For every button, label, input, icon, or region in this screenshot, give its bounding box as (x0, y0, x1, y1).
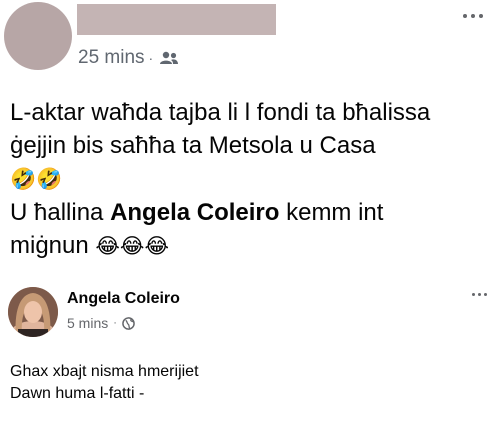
friends-icon[interactable] (159, 51, 179, 65)
meta-separator: · (113, 317, 117, 329)
post-text-fragment: U ħallina (10, 199, 111, 226)
laughing-emoji: 😂😂😂 (95, 234, 170, 258)
comment-author[interactable]: Angela Coleiro (67, 290, 180, 308)
post-line: U ħallina Angela Coleiro kemm int (10, 196, 490, 229)
comment-time[interactable]: 5 mins (67, 315, 108, 331)
author-name-redacted[interactable] (77, 4, 276, 35)
comment-line: Ghax xbajt nisma hmerijiet (10, 363, 199, 380)
more-horizontal-icon[interactable] (463, 14, 483, 18)
tagged-name-link[interactable]: Angela Coleiro (110, 199, 279, 226)
rofl-emoji: 🤣🤣 (10, 167, 63, 191)
comment-line: Dawn huma l-fatti - (10, 385, 145, 402)
comment-meta: 5 mins · (67, 315, 135, 331)
post-text-fragment: kemm int (279, 199, 384, 226)
comment-avatar[interactable] (8, 287, 58, 337)
post-line: L-aktar waħda tajba li l fondi ta bħalis… (10, 99, 431, 126)
post-body: L-aktar waħda tajba li l fondi ta bħalis… (10, 96, 490, 263)
author-avatar[interactable] (4, 2, 72, 70)
meta-separator: · (148, 50, 154, 66)
post-line: ġejjin bis saħħa ta Metsola u Casa (10, 132, 376, 159)
post-text-fragment: miġnun (10, 232, 96, 259)
more-horizontal-icon[interactable] (472, 293, 487, 296)
post-line: miġnun 😂😂😂 (10, 229, 490, 263)
globe-icon[interactable] (122, 316, 135, 330)
post-meta: 25 mins · (78, 47, 179, 69)
comment-text: Ghax xbajt nisma hmerijiet Dawn huma l-f… (10, 361, 199, 405)
post-time[interactable]: 25 mins (78, 47, 145, 69)
facebook-post: 25 mins · L-aktar waħda tajba li l fondi… (0, 0, 497, 431)
avatar-photo (8, 287, 58, 337)
